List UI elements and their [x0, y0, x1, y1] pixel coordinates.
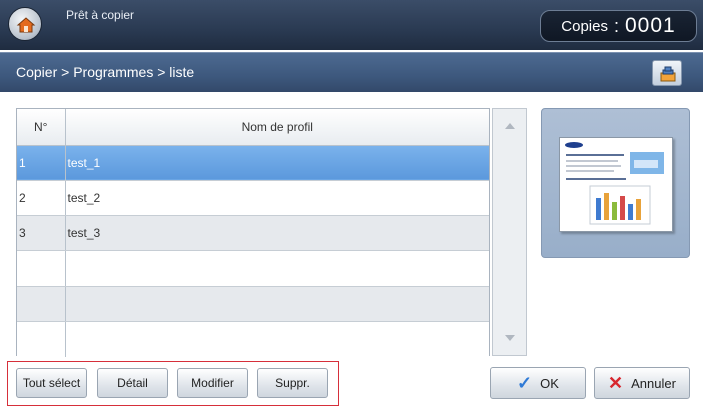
table-row[interactable]	[17, 286, 489, 322]
scroll-down-button[interactable]	[493, 323, 526, 353]
home-icon	[16, 17, 36, 33]
row-number	[17, 250, 66, 287]
copies-colon: :	[613, 15, 619, 36]
row-number: 1	[17, 145, 66, 181]
preview-panel	[541, 108, 690, 258]
ok-button[interactable]: ✓ OK	[490, 367, 586, 399]
copies-value: 0001	[625, 14, 676, 37]
row-profile-name	[65, 286, 489, 322]
close-icon: ✕	[608, 372, 624, 393]
profile-list: N° Nom de profil 1 test_1 2 test_2 3 tes…	[16, 108, 490, 357]
document-preview-thumbnail	[559, 137, 673, 232]
row-number	[17, 286, 66, 322]
table-row[interactable]: 2 test_2	[17, 180, 489, 217]
machine-status-text: Prêt à copier	[66, 8, 135, 22]
row-profile-name: test_3	[65, 215, 489, 252]
row-number: 2	[17, 180, 66, 217]
breadcrumb: Copier > Programmes > liste	[16, 64, 195, 80]
cancel-label: Annuler	[631, 375, 676, 391]
column-header-profile-name[interactable]: Nom de profil	[65, 109, 489, 146]
home-button[interactable]	[8, 7, 42, 41]
row-profile-name: test_2	[65, 180, 489, 217]
modify-button[interactable]: Modifier	[177, 368, 248, 398]
list-scrollbar[interactable]	[492, 108, 527, 356]
copies-counter[interactable]: Copies : 0001	[540, 10, 697, 42]
detail-button[interactable]: Détail	[97, 368, 168, 398]
copies-label: Copies	[561, 17, 608, 35]
table-row[interactable]	[17, 250, 489, 287]
preview-document-image	[565, 142, 664, 225]
column-header-number[interactable]: N°	[17, 109, 66, 146]
table-row[interactable]	[17, 321, 489, 357]
profile-table: N° Nom de profil 1 test_1 2 test_2 3 tes…	[17, 109, 489, 357]
table-row[interactable]: 1 test_1	[17, 145, 489, 181]
table-header-row: N° Nom de profil	[17, 109, 489, 146]
row-number	[17, 321, 66, 357]
cancel-button[interactable]: ✕ Annuler	[594, 367, 690, 399]
ok-label: OK	[540, 375, 559, 391]
row-number: 3	[17, 215, 66, 252]
scroll-up-button[interactable]	[493, 111, 526, 141]
scroll-down-icon	[504, 335, 515, 341]
job-stack-button[interactable]	[652, 60, 682, 86]
scroll-up-icon	[504, 123, 515, 129]
stack-icon	[660, 66, 676, 82]
row-profile-name	[65, 250, 489, 287]
table-row[interactable]: 3 test_3	[17, 215, 489, 252]
select-all-button[interactable]: Tout sélect	[16, 368, 87, 398]
delete-button[interactable]: Suppr.	[257, 368, 328, 398]
row-profile-name	[65, 321, 489, 357]
breadcrumb-bar: Copier > Programmes > liste	[0, 52, 703, 92]
row-profile-name: test_1	[65, 145, 489, 181]
top-status-bar: Prêt à copier Copies : 0001	[0, 0, 703, 50]
checkmark-icon: ✓	[517, 372, 533, 393]
